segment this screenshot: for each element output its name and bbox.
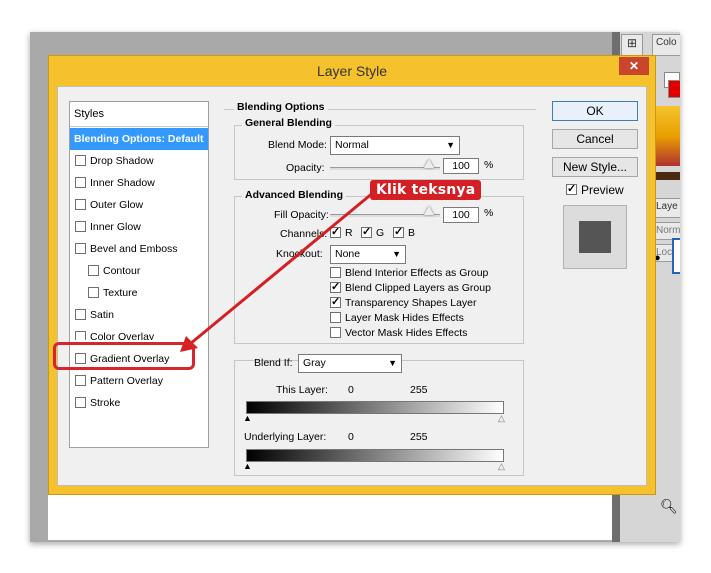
- callout-label: Klik teksnya: [370, 180, 482, 200]
- annotation-arrow: [180, 190, 375, 352]
- arrow-line: [189, 190, 375, 346]
- gradient-overlay-highlight: [53, 342, 195, 370]
- screenshot-stage: ⊞ Colo Laye Norm Lock ● 🔍︎ Layer Style ✕…: [0, 0, 711, 573]
